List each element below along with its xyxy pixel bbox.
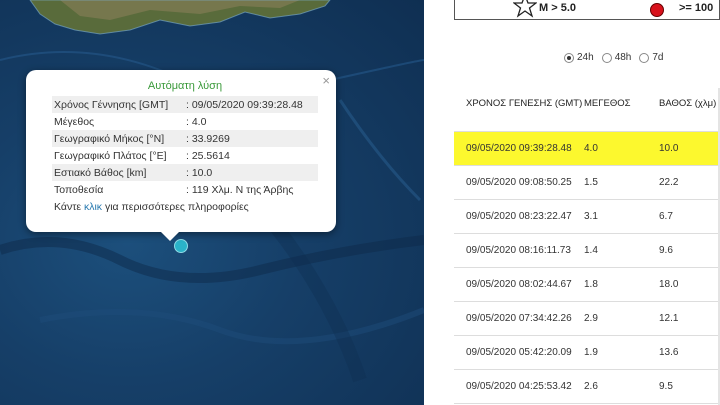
table-row[interactable]: 09/05/2020 08:02:44.67 1.8 18.0 [454,268,720,302]
header-magnitude[interactable]: ΜΕΓΕΘΟΣ [584,98,659,131]
more-info-link[interactable]: κλικ [84,201,102,213]
panel-gutter [424,0,454,405]
table-row-selected[interactable]: 09/05/2020 09:39:28.48 4.0 10.0 [454,132,720,166]
popup-row-latitude: Γεωγραφικό Μήκος [°N] : 33.9269 [52,130,318,147]
radio-icon[interactable] [639,52,650,63]
legend-magnitude-label: M > 5.0 [539,2,576,14]
red-dot-icon [650,3,664,17]
popup-row-magnitude: Μέγεθος : 4.0 [54,115,207,128]
filter-24h[interactable]: 24h [564,52,594,63]
earthquake-viewer: × Αυτόματη λύση Χρόνος Γέννησης [GMT] : … [0,0,720,405]
earthquake-epicenter-marker[interactable] [174,239,188,253]
table-row[interactable]: 09/05/2020 07:34:42.26 2.9 12.1 [454,302,720,336]
popup-row-origin-time: Χρόνος Γέννησης [GMT] : 09/05/2020 09:39… [52,96,318,113]
popup-close-icon[interactable]: × [322,74,330,87]
events-panel: M > 5.0 >= 100 24h 48h 7d ΧΡΟΝΟΣ ΓΕΝΕΣΗΣ… [454,0,720,405]
table-row[interactable]: 09/05/2020 09:08:50.25 1.5 22.2 [454,166,720,200]
table-row[interactable]: 09/05/2020 08:16:11.73 1.4 9.6 [454,234,720,268]
header-origin-time[interactable]: ΧΡΟΝΟΣ ΓΕΝΕΣΗΣ (GMT) [454,98,584,131]
popup-details: Χρόνος Γέννησης [GMT] : 09/05/2020 09:39… [52,96,318,198]
legend-depth-label: >= 100 [679,2,714,14]
earthquake-table: ΧΡΟΝΟΣ ΓΕΝΕΣΗΣ (GMT) ΜΕΓΕΘΟΣ ΒΑΘΟΣ (χλμ)… [454,88,720,404]
earthquake-info-popup: × Αυτόματη λύση Χρόνος Γέννησης [GMT] : … [26,70,336,241]
popup-row-location: Τοποθεσία : 119 Χλμ. N της Άρβης [54,183,294,196]
time-range-filter: 24h 48h 7d [564,52,664,63]
table-row[interactable]: 09/05/2020 08:23:22.47 3.1 6.7 [454,200,720,234]
popup-row-longitude: Γεωγραφικό Πλάτος [°E] : 25.5614 [54,149,230,162]
popup-pointer [161,232,179,241]
filter-48h[interactable]: 48h [601,52,631,63]
popup-title: Αυτόματη λύση [147,80,223,92]
table-row[interactable]: 09/05/2020 04:25:53.42 2.6 9.5 [454,370,720,404]
radio-icon[interactable] [601,52,612,63]
filter-7d[interactable]: 7d [639,52,664,63]
table-row[interactable]: 09/05/2020 05:42:20.09 1.9 13.6 [454,336,720,370]
header-depth[interactable]: ΒΑΘΟΣ (χλμ) [659,98,720,131]
table-header: ΧΡΟΝΟΣ ΓΕΝΕΣΗΣ (GMT) ΜΕΓΕΘΟΣ ΒΑΘΟΣ (χλμ) [454,88,720,132]
radio-selected-icon[interactable] [564,52,574,63]
popup-row-depth: Εστιακό Βάθος [km] : 10.0 [52,164,318,181]
star-icon [513,0,537,18]
popup-more-info: Κάντε κλικ για περισσότερες πληροφορίες [54,201,249,213]
map-legend: M > 5.0 >= 100 [454,0,720,20]
